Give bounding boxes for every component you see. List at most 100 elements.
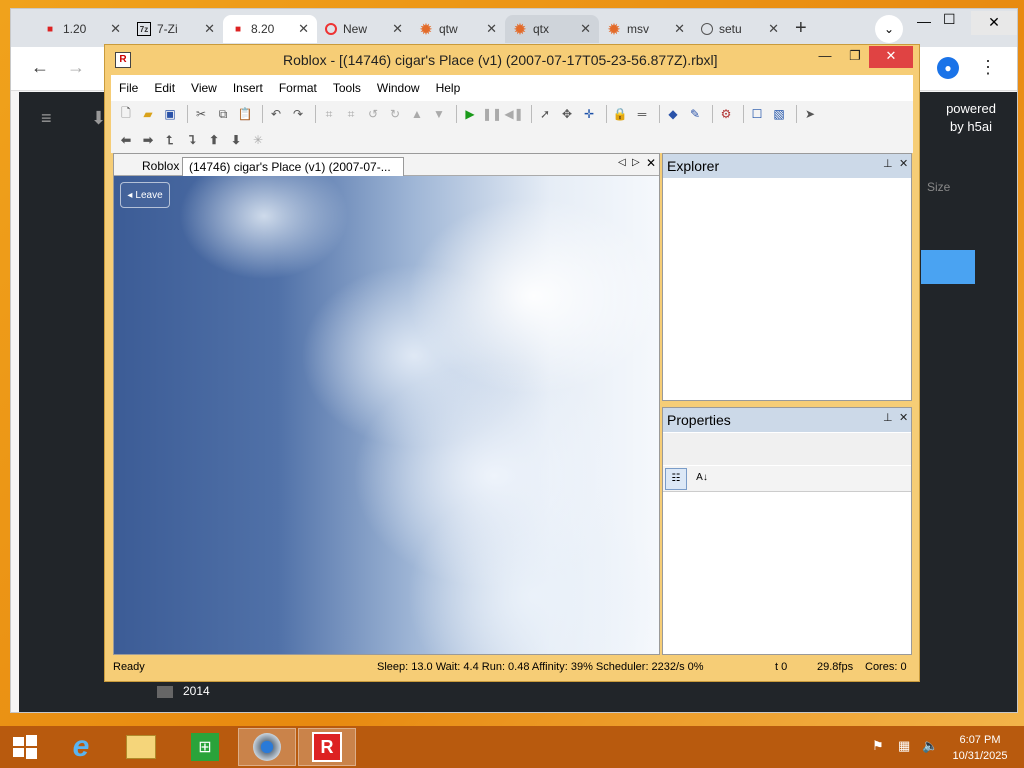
move-down-icon[interactable]: ▼ — [430, 105, 448, 123]
screenshot-icon[interactable]: ▧ — [770, 105, 788, 123]
tab-search-icon[interactable]: ⌄ — [875, 15, 903, 43]
forward-icon[interactable]: → — [67, 57, 85, 78]
leave-button[interactable]: ◂ Leave — [120, 182, 170, 208]
copy-icon[interactable]: ⧉ — [214, 105, 232, 123]
close-tab-icon[interactable]: ✕ — [580, 21, 591, 37]
close-window-icon[interactable]: ✕ — [971, 11, 1017, 35]
move-icon[interactable]: ✛ — [580, 105, 598, 123]
back-icon[interactable]: ← — [31, 57, 49, 78]
menu-view[interactable]: View — [183, 81, 225, 95]
menu-edit[interactable]: Edit — [146, 81, 183, 95]
close-tab-icon[interactable]: ✕ — [768, 21, 779, 37]
undo-icon[interactable]: ↶ — [267, 105, 285, 123]
move-up-icon[interactable]: ▲ — [408, 105, 426, 123]
new-tab-icon[interactable]: + — [795, 17, 807, 40]
pin-icon[interactable]: ⊥ — [883, 411, 893, 424]
categorized-icon[interactable]: ☷ — [665, 468, 687, 490]
close-tab-icon[interactable]: ✕ — [204, 21, 215, 37]
close-panel-icon[interactable]: ✕ — [899, 157, 908, 170]
anchor-icon[interactable]: ═ — [633, 105, 651, 123]
close-tab-icon[interactable]: ✕ — [674, 21, 685, 37]
paint-bucket-icon[interactable]: ◆ — [664, 105, 682, 123]
cut-icon[interactable]: ✂ — [192, 105, 210, 123]
paste-icon[interactable]: 📋 — [236, 105, 254, 123]
play-icon[interactable]: ▶ — [461, 105, 479, 123]
roblox-title-bar[interactable]: R Roblox - [(14746) cigar's Place (v1) (… — [105, 45, 919, 75]
close-tab-icon[interactable]: ✕ — [110, 21, 121, 37]
close-icon[interactable]: ✕ — [869, 46, 913, 68]
menu-tools[interactable]: Tools — [325, 81, 369, 95]
browser-tab-8[interactable]: setu ✕ — [693, 15, 787, 43]
minimize-icon[interactable]: — — [811, 46, 839, 68]
zoom-extents-icon[interactable]: ✳ — [249, 131, 267, 149]
turn-down-icon[interactable]: ⮧ — [183, 131, 201, 149]
close-doc-icon[interactable]: ✕ — [646, 156, 656, 170]
close-tab-icon[interactable]: ✕ — [486, 21, 497, 37]
minimize-icon[interactable]: — — [917, 13, 931, 29]
sort-alpha-icon[interactable]: A↓ — [691, 468, 713, 490]
flag-icon[interactable]: ⚑ — [872, 738, 884, 754]
menu-insert[interactable]: Insert — [225, 81, 271, 95]
pause-icon[interactable]: ❚❚ — [482, 105, 502, 123]
folder-name[interactable]: 2014 — [183, 684, 210, 698]
toolbar-separator — [796, 105, 797, 123]
menu-format[interactable]: Format — [271, 81, 325, 95]
new-file-icon[interactable]: 🗋 — [117, 105, 135, 123]
save-icon[interactable]: ▣ — [161, 105, 179, 123]
arrow-right-icon[interactable]: ➡ — [139, 131, 157, 149]
browser-tab-6[interactable]: ✹ qtx ✕ — [505, 15, 599, 43]
menu-file[interactable]: File — [111, 81, 146, 95]
rotate-left-icon[interactable]: ↺ — [364, 105, 382, 123]
maximize-icon[interactable]: ☐ — [943, 11, 956, 28]
arrow-left-icon[interactable]: ⬅ — [117, 131, 135, 149]
tab-place[interactable]: (14746) cigar's Place (v1) (2007-07-... — [182, 157, 404, 176]
redo-icon[interactable]: ↷ — [289, 105, 307, 123]
drag-icon[interactable]: ✥ — [558, 105, 576, 123]
close-tab-icon[interactable]: ✕ — [298, 21, 309, 37]
browser-tab-3-active[interactable]: ■ 8.20 ✕ — [223, 15, 317, 43]
network-icon[interactable]: ▦ — [898, 738, 910, 754]
fullscreen-icon[interactable]: ☐ — [748, 105, 766, 123]
volume-muted-icon[interactable]: 🔈 — [922, 738, 938, 754]
taskbar-ie[interactable]: e — [52, 728, 110, 766]
close-panel-icon[interactable]: ✕ — [899, 411, 908, 424]
browser-tab-7[interactable]: ✹ msv ✕ — [599, 15, 693, 43]
close-tab-icon[interactable]: ✕ — [392, 21, 403, 37]
tab-roblox[interactable]: Roblox — [136, 157, 185, 176]
taskbar-explorer[interactable] — [112, 728, 170, 766]
menu-dots-icon[interactable]: ⋮ — [979, 57, 997, 78]
ungroup-icon[interactable]: ⌗ — [342, 105, 360, 123]
tab-scroll-left-icon[interactable]: ◁ — [618, 157, 626, 168]
rotate-right-icon[interactable]: ↻ — [386, 105, 404, 123]
hamburger-icon[interactable]: ≡ — [41, 108, 52, 129]
menu-help[interactable]: Help — [428, 81, 469, 95]
browser-tab-1[interactable]: ■ 1.20 ✕ — [35, 15, 129, 43]
turn-up-icon[interactable]: ⮤ — [161, 131, 179, 149]
profile-icon[interactable]: ● — [937, 57, 959, 79]
select-icon[interactable]: ➚ — [536, 105, 554, 123]
menu-window[interactable]: Window — [369, 81, 428, 95]
dropper-icon[interactable]: ✎ — [686, 105, 704, 123]
pointer-tool-icon[interactable]: ➤ — [801, 105, 819, 123]
game-viewport[interactable]: ◂ Leave — [114, 176, 659, 654]
tilt-down-icon[interactable]: ⬇ — [227, 131, 245, 149]
group-icon[interactable]: ⌗ — [320, 105, 338, 123]
browser-tab-5[interactable]: ✹ qtw ✕ — [411, 15, 505, 43]
tab-scroll-right-icon[interactable]: ▷ — [632, 157, 640, 168]
red-square-icon: ■ — [46, 23, 54, 35]
browser-tab-4[interactable]: New ✕ — [317, 15, 411, 43]
restore-icon[interactable]: ❐ — [841, 46, 869, 68]
size-column-header[interactable]: Size — [927, 180, 950, 194]
taskbar-roblox[interactable]: R — [298, 728, 356, 766]
taskbar-store[interactable]: ⊞ — [176, 728, 234, 766]
lock-icon[interactable]: 🔒 — [611, 105, 629, 123]
taskbar-chrome[interactable] — [238, 728, 296, 766]
material-icon[interactable]: ⚙ — [717, 105, 735, 123]
start-button[interactable] — [0, 728, 50, 766]
reset-icon[interactable]: ◀❚ — [504, 105, 523, 123]
pin-icon[interactable]: ⊥ — [883, 157, 893, 170]
clock[interactable]: 6:07 PM 10/31/2025 — [950, 732, 1010, 764]
tilt-up-icon[interactable]: ⬆ — [205, 131, 223, 149]
open-folder-icon[interactable]: ▰ — [139, 105, 157, 123]
browser-tab-2[interactable]: 7z 7-Zi ✕ — [129, 15, 223, 43]
